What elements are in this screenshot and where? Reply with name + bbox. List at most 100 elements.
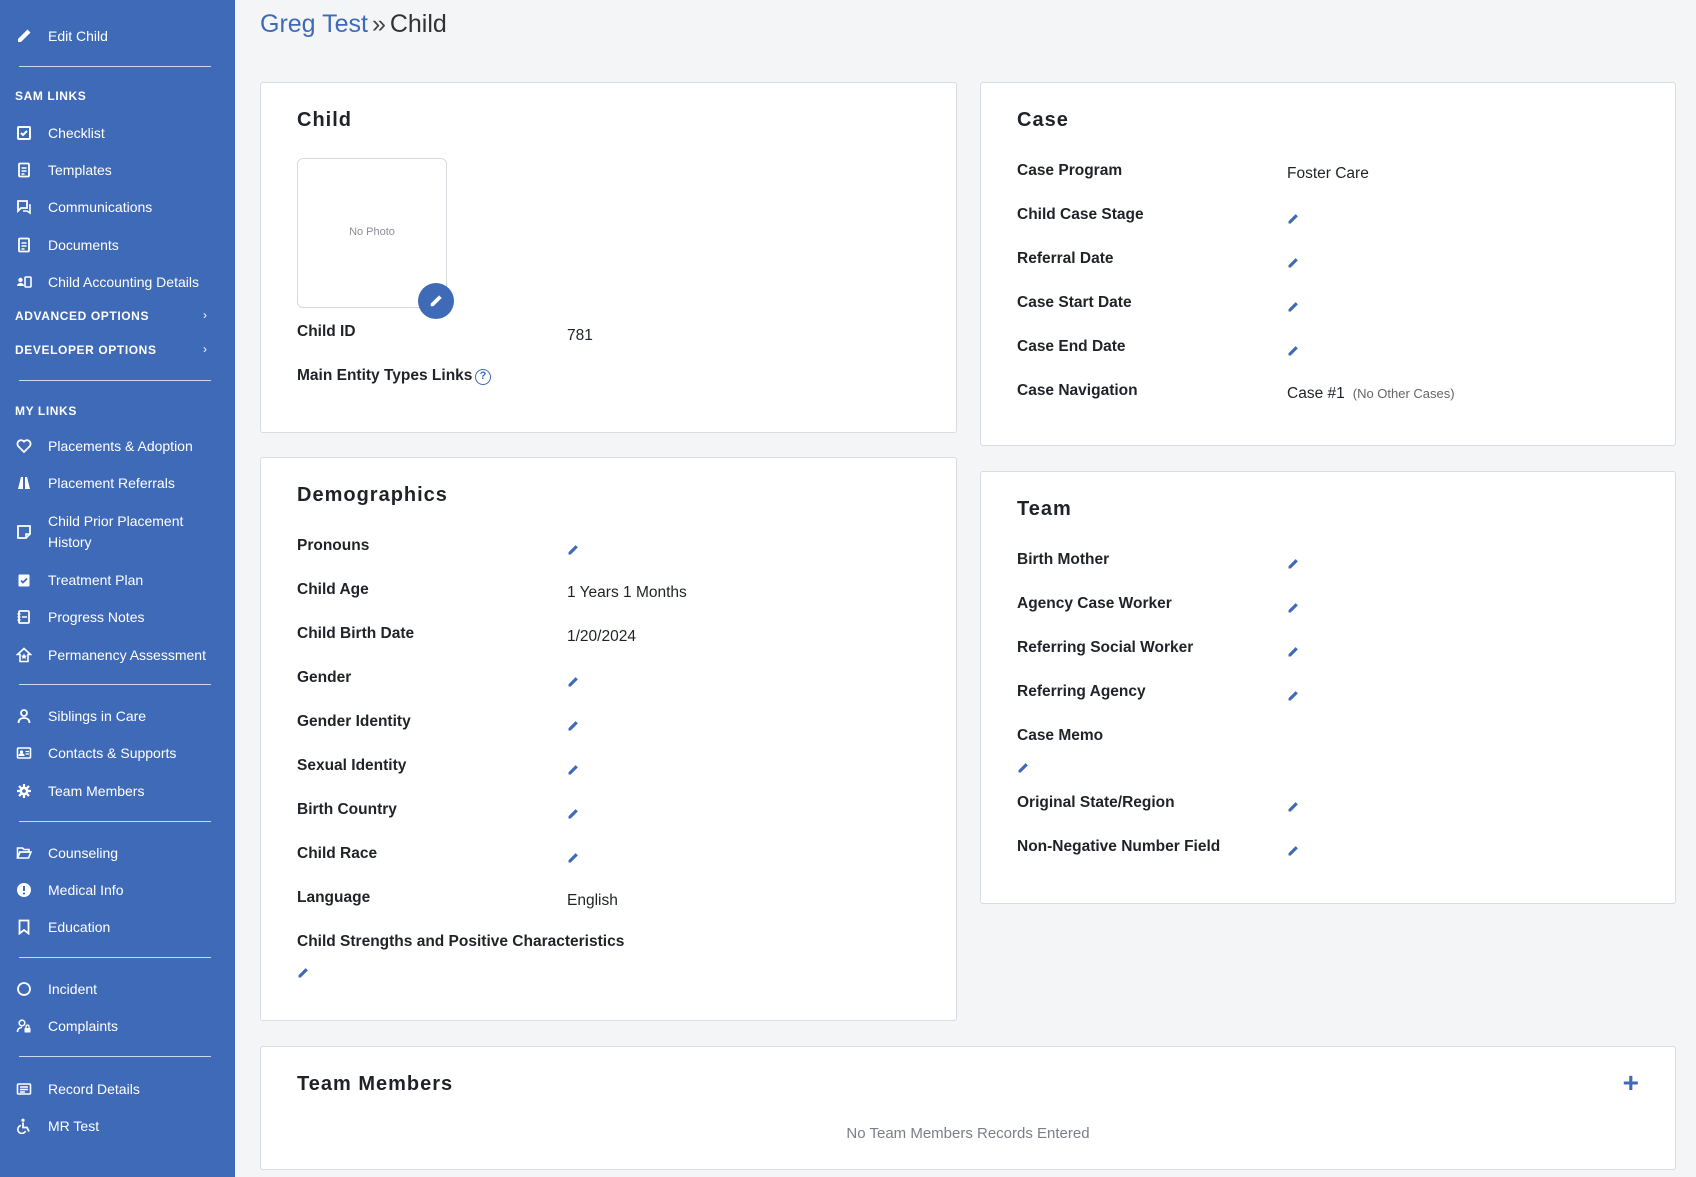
edit-pronouns-button[interactable] bbox=[567, 543, 581, 557]
case-navigation-value: Case #1 (No Other Cases) bbox=[1287, 385, 1455, 403]
sidebar-item-label: Edit Child bbox=[48, 27, 108, 44]
edit-sexual-identity-button[interactable] bbox=[567, 763, 581, 777]
team-members-card: Team Members + No Team Members Records E… bbox=[260, 1046, 1676, 1170]
note-icon bbox=[15, 523, 33, 541]
team-members-card-title: Team Members bbox=[297, 1073, 454, 1095]
case-navigation-current[interactable]: Case #1 bbox=[1287, 385, 1345, 402]
sidebar-item-label: Placement Referrals bbox=[48, 474, 175, 491]
child-race-label: Child Race bbox=[297, 845, 378, 862]
edit-child-strengths-button[interactable] bbox=[297, 966, 311, 980]
case-program-label: Case Program bbox=[1017, 162, 1123, 179]
sidebar-item-communications[interactable]: Communications bbox=[0, 194, 235, 220]
child-id-value: 781 bbox=[567, 327, 593, 344]
no-photo-text: No Photo bbox=[349, 226, 395, 238]
edit-case-start-date-button[interactable] bbox=[1287, 300, 1301, 314]
birth-mother-label: Birth Mother bbox=[1017, 551, 1110, 568]
child-case-stage-label: Child Case Stage bbox=[1017, 206, 1144, 223]
sidebar-item-permanency-assessment[interactable]: Permanency Assessment bbox=[0, 642, 235, 668]
help-circle-icon[interactable]: ? bbox=[475, 369, 491, 385]
sidebar-item-complaints[interactable]: Complaints bbox=[0, 1013, 235, 1039]
pronouns-label: Pronouns bbox=[297, 537, 370, 554]
edit-child-case-stage-button[interactable] bbox=[1287, 212, 1301, 226]
sidebar-item-label: Child Accounting Details bbox=[48, 273, 199, 290]
child-age-label: Child Age bbox=[297, 581, 369, 598]
main-entity-types-links-label: Main Entity Types Links bbox=[297, 367, 473, 384]
edit-child-race-button[interactable] bbox=[567, 851, 581, 865]
pencil-icon bbox=[298, 968, 308, 978]
sidebar-item-medical-info[interactable]: Medical Info bbox=[0, 877, 235, 903]
sidebar-item-treatment-plan[interactable]: Treatment Plan bbox=[0, 567, 235, 593]
bookmark-icon bbox=[15, 918, 33, 936]
edit-referral-date-button[interactable] bbox=[1287, 256, 1301, 270]
pencil-icon bbox=[1288, 647, 1298, 657]
child-birth-date-label: Child Birth Date bbox=[297, 625, 415, 642]
edit-birth-country-button[interactable] bbox=[567, 807, 581, 821]
pencil-icon bbox=[568, 677, 578, 687]
birth-country-label: Birth Country bbox=[297, 801, 397, 818]
pencil-icon bbox=[430, 295, 442, 307]
sidebar-item-label: Contacts & Supports bbox=[48, 744, 177, 761]
chevron-right-icon: › bbox=[203, 342, 207, 356]
sidebar-item-label: Progress Notes bbox=[48, 608, 145, 625]
edit-case-end-date-button[interactable] bbox=[1287, 344, 1301, 358]
gear-icon bbox=[15, 782, 33, 800]
sidebar-item-contacts-supports[interactable]: Contacts & Supports bbox=[0, 740, 235, 766]
chat-icon bbox=[15, 198, 33, 216]
original-state-region-label: Original State/Region bbox=[1017, 794, 1175, 811]
sidebar-item-child-prior-placement-history[interactable]: Child Prior Placement History bbox=[0, 510, 235, 554]
address-card-icon bbox=[15, 744, 33, 762]
sidebar-divider bbox=[19, 821, 211, 822]
sidebar-item-label: Templates bbox=[48, 161, 112, 178]
sidebar-divider bbox=[19, 957, 211, 958]
edit-gender-button[interactable] bbox=[567, 675, 581, 689]
sidebar-item-templates[interactable]: Templates bbox=[0, 157, 235, 183]
sidebar-item-education[interactable]: Education bbox=[0, 914, 235, 940]
referral-date-label: Referral Date bbox=[1017, 250, 1114, 267]
notes-icon bbox=[15, 608, 33, 626]
child-id-label: Child ID bbox=[297, 323, 356, 340]
sidebar-item-placements-adoption[interactable]: Placements & Adoption bbox=[0, 433, 235, 459]
edit-gender-identity-button[interactable] bbox=[567, 719, 581, 733]
sidebar-item-mr-test[interactable]: MR Test bbox=[0, 1113, 235, 1139]
sidebar-item-record-details[interactable]: Record Details bbox=[0, 1076, 235, 1102]
edit-referring-agency-button[interactable] bbox=[1287, 689, 1301, 703]
checklist-icon bbox=[15, 124, 33, 142]
edit-case-memo-button[interactable] bbox=[1017, 761, 1031, 775]
child-age-value: 1 Years 1 Months bbox=[567, 584, 687, 601]
sidebar-section-my-links: MY LINKS bbox=[15, 404, 77, 418]
sidebar-item-label: Medical Info bbox=[48, 881, 124, 898]
child-birth-date-value: 1/20/2024 bbox=[567, 628, 636, 645]
sidebar-item-siblings-in-care[interactable]: Siblings in Care bbox=[0, 703, 235, 729]
sidebar-item-edit-child[interactable]: Edit Child bbox=[0, 23, 235, 49]
case-memo-label: Case Memo bbox=[1017, 727, 1104, 744]
edit-non-negative-number-field-button[interactable] bbox=[1287, 844, 1301, 858]
edit-birth-mother-button[interactable] bbox=[1287, 557, 1301, 571]
document-icon bbox=[15, 161, 33, 179]
breadcrumb-parent-link[interactable]: Greg Test bbox=[260, 10, 368, 38]
empty-state-message: No Team Members Records Entered bbox=[846, 1125, 1090, 1142]
case-program-value: Foster Care bbox=[1287, 165, 1369, 182]
edit-agency-case-worker-button[interactable] bbox=[1287, 601, 1301, 615]
sidebar-item-incident[interactable]: Incident bbox=[0, 976, 235, 1002]
sidebar-item-label: Education bbox=[48, 918, 111, 935]
edit-photo-button[interactable] bbox=[418, 283, 454, 319]
edit-original-state-region-button[interactable] bbox=[1287, 800, 1301, 814]
sidebar-item-team-members[interactable]: Team Members bbox=[0, 778, 235, 804]
sidebar-item-checklist[interactable]: Checklist bbox=[0, 120, 235, 146]
sidebar-advanced-options-label: ADVANCED OPTIONS bbox=[15, 309, 150, 323]
sidebar-item-counseling[interactable]: Counseling bbox=[0, 840, 235, 866]
add-team-member-button[interactable]: + bbox=[1623, 1069, 1639, 1097]
sidebar-item-child-accounting-details[interactable]: Child Accounting Details bbox=[0, 269, 235, 295]
sidebar-item-placement-referrals[interactable]: Placement Referrals bbox=[0, 470, 235, 496]
pencil-icon bbox=[1288, 846, 1298, 856]
edit-referring-social-worker-button[interactable] bbox=[1287, 645, 1301, 659]
list-alt-icon bbox=[15, 1080, 33, 1098]
sidebar-advanced-options[interactable]: ADVANCED OPTIONS › bbox=[0, 303, 235, 329]
chevron-right-icon: › bbox=[203, 308, 207, 322]
sidebar-item-documents[interactable]: Documents bbox=[0, 232, 235, 258]
document-icon bbox=[15, 236, 33, 254]
sidebar-item-label: Incident bbox=[48, 980, 98, 997]
sidebar-developer-options[interactable]: DEVELOPER OPTIONS › bbox=[0, 337, 235, 363]
sidebar-divider bbox=[19, 66, 211, 67]
sidebar-item-progress-notes[interactable]: Progress Notes bbox=[0, 604, 235, 630]
